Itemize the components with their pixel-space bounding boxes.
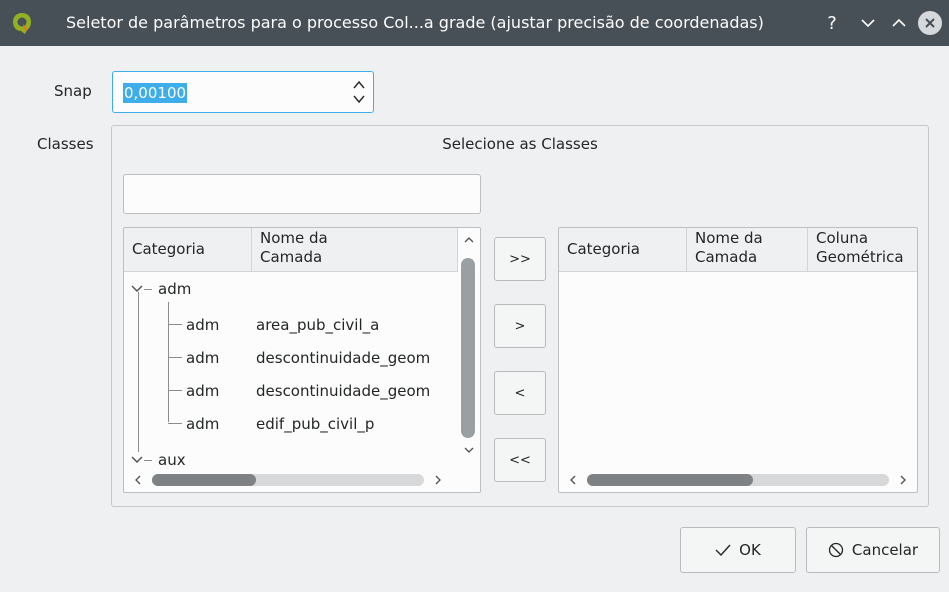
scroll-thumb[interactable] <box>461 258 475 438</box>
qgis-logo-icon <box>13 13 31 34</box>
chevron-down-icon <box>861 19 875 28</box>
tree-group-row[interactable]: adm <box>124 272 458 306</box>
column-header-categoria[interactable]: Categoria <box>124 228 252 272</box>
horizontal-scrollbar[interactable] <box>124 468 480 492</box>
minimize-button[interactable] <box>856 11 880 35</box>
tree-row[interactable]: adm edif_pub_civil_p <box>124 407 458 441</box>
expand-chevron-icon[interactable] <box>131 285 143 293</box>
close-icon <box>925 18 935 28</box>
check-icon <box>715 544 731 556</box>
tree-row[interactable]: adm area_pub_civil_a <box>124 308 458 342</box>
expand-chevron-icon[interactable] <box>131 456 143 464</box>
snap-value[interactable]: 0,00100 <box>123 83 188 103</box>
tree-group-label: aux <box>158 451 186 469</box>
remove-all-button[interactable]: << <box>494 438 546 482</box>
remove-button[interactable]: < <box>494 371 546 415</box>
tree-group-label: adm <box>158 280 192 298</box>
scroll-left-icon[interactable] <box>132 474 144 486</box>
tree-row[interactable]: adm descontinuidade_geom <box>124 341 458 375</box>
maximize-button[interactable] <box>887 11 911 35</box>
add-button[interactable]: > <box>494 304 546 348</box>
column-header-categoria[interactable]: Categoria <box>559 228 687 272</box>
ok-label: OK <box>739 541 761 559</box>
cancel-label: Cancelar <box>851 541 919 559</box>
filter-input[interactable] <box>123 174 481 214</box>
scroll-up-icon[interactable] <box>463 234 475 246</box>
column-header-nome-camada[interactable]: Nome da Camada <box>252 228 458 272</box>
scroll-left-icon[interactable] <box>567 474 579 486</box>
tree-row[interactable]: adm descontinuidade_geom <box>124 374 458 408</box>
window-title: Seletor de parâmetros para o processo Co… <box>66 13 764 32</box>
horizontal-scrollbar[interactable] <box>559 468 917 492</box>
classes-label: Classes <box>37 135 94 153</box>
cancel-icon <box>828 542 844 558</box>
vertical-scrollbar[interactable] <box>457 228 480 468</box>
scroll-thumb[interactable] <box>587 474 753 486</box>
spin-arrows-icon[interactable] <box>351 78 367 106</box>
column-header-nome-camada[interactable]: Nome da Camada <box>687 228 808 272</box>
scroll-right-icon[interactable] <box>432 474 444 486</box>
help-button[interactable]: ? <box>820 11 844 35</box>
scroll-right-icon[interactable] <box>897 474 909 486</box>
scroll-thumb[interactable] <box>152 474 256 486</box>
close-button[interactable] <box>918 11 942 35</box>
column-header-coluna-geometrica[interactable]: Coluna Geométrica <box>808 228 917 272</box>
scroll-down-icon[interactable] <box>463 444 475 456</box>
snap-spinbox[interactable]: 0,00100 <box>112 71 374 113</box>
selected-classes-list[interactable]: Categoria Nome da Camada Coluna Geométri… <box>558 227 918 493</box>
available-classes-tree[interactable]: Categoria Nome da Camada adm adm area_pu… <box>123 227 481 493</box>
title-bar: Seletor de parâmetros para o processo Co… <box>0 0 949 46</box>
chevron-up-icon <box>892 18 906 27</box>
add-all-button[interactable]: >> <box>494 237 546 281</box>
ok-button[interactable]: OK <box>680 527 796 573</box>
cancel-button[interactable]: Cancelar <box>806 527 940 573</box>
snap-label: Snap <box>54 82 92 100</box>
group-title: Selecione as Classes <box>442 135 598 153</box>
